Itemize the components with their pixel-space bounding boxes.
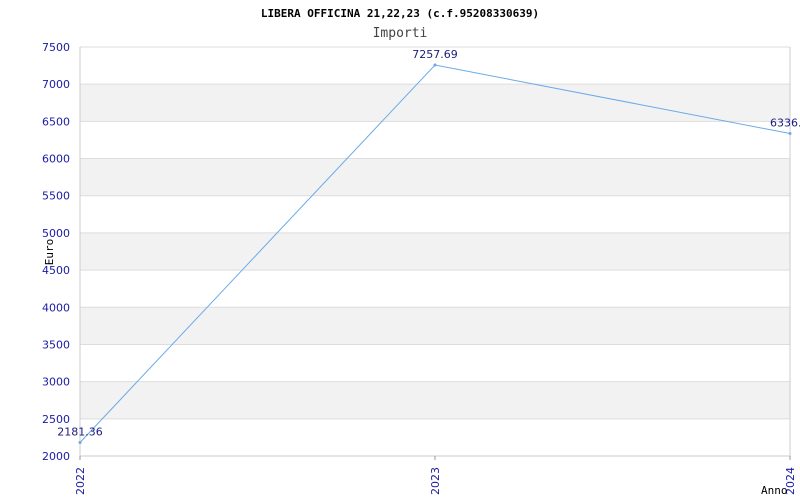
y-tick-label: 7500 bbox=[42, 41, 70, 54]
line-chart: 2000250030003500400045005000550060006500… bbox=[42, 7, 800, 497]
y-tick-label: 2000 bbox=[42, 450, 70, 463]
grid-band bbox=[80, 418, 790, 456]
y-tick-label: 3500 bbox=[42, 338, 70, 351]
y-tick-label: 6000 bbox=[42, 153, 70, 166]
x-tick-label: 2022 bbox=[74, 467, 87, 495]
plot-background bbox=[80, 47, 790, 456]
grid-band bbox=[80, 158, 790, 196]
y-tick-label: 5500 bbox=[42, 190, 70, 203]
grid-band bbox=[80, 344, 790, 382]
y-tick-label: 3000 bbox=[42, 376, 70, 389]
x-tick-label: 2023 bbox=[429, 467, 442, 495]
grid-band bbox=[80, 121, 790, 159]
grid-band bbox=[80, 195, 790, 233]
data-point bbox=[78, 441, 82, 445]
grid-band bbox=[80, 232, 790, 271]
grid-band bbox=[80, 381, 790, 419]
data-point bbox=[788, 132, 792, 136]
data-label: 7257.69 bbox=[412, 48, 458, 61]
grid-band bbox=[80, 84, 790, 122]
grid-band bbox=[80, 307, 790, 345]
grid-band bbox=[80, 270, 790, 308]
data-point bbox=[433, 63, 437, 67]
data-label: 6336.2 bbox=[770, 117, 800, 130]
y-axis-label: Euro bbox=[43, 239, 56, 266]
y-tick-label: 2500 bbox=[42, 413, 70, 426]
y-tick-label: 7000 bbox=[42, 78, 70, 91]
x-tick-labels: 2022 2023 2024 bbox=[74, 467, 797, 495]
chart-subtitle: Importi bbox=[373, 26, 428, 41]
y-tick-label: 6500 bbox=[42, 115, 70, 128]
x-axis-label: Anno bbox=[761, 484, 788, 497]
y-tick-label: 5000 bbox=[42, 227, 70, 240]
y-tick-label: 4000 bbox=[42, 301, 70, 314]
chart-title: LIBERA OFFICINA 21,22,23 (c.f.9520833063… bbox=[261, 7, 539, 20]
data-label: 2181.36 bbox=[57, 426, 103, 439]
